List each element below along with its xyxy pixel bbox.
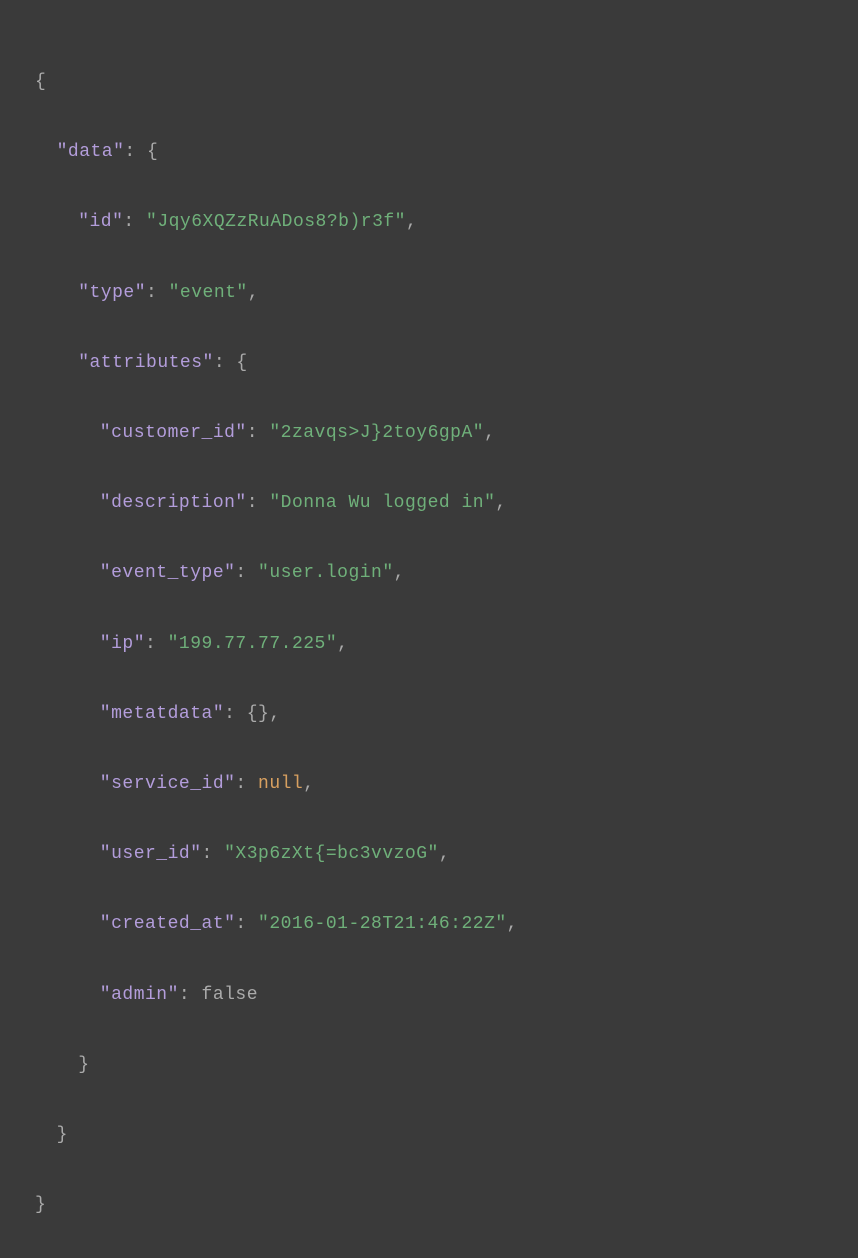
colon: : { xyxy=(124,142,158,162)
open-brace: { xyxy=(35,72,46,92)
code-line: "type": "event", xyxy=(35,276,858,311)
json-key-created-at: "created_at" xyxy=(100,914,236,934)
json-value-description: "Donna Wu logged in" xyxy=(269,493,495,513)
json-key-customer-id: "customer_id" xyxy=(100,423,247,443)
colon: : xyxy=(145,634,168,654)
comma: , xyxy=(439,844,450,864)
code-line: "metatdata": {}, xyxy=(35,697,858,732)
code-line: "created_at": "2016-01-28T21:46:22Z", xyxy=(35,907,858,942)
colon: : xyxy=(235,914,258,934)
colon: : xyxy=(179,985,202,1005)
colon: : xyxy=(123,212,146,232)
code-line: "id": "Jqy6XQZzRuADos8?b)r3f", xyxy=(35,205,858,240)
json-key-data: "data" xyxy=(57,142,125,162)
colon: : xyxy=(247,493,270,513)
json-value-admin: false xyxy=(202,985,259,1005)
json-value-service-id: null xyxy=(258,774,303,794)
comma: , xyxy=(269,704,280,724)
json-key-event-type: "event_type" xyxy=(100,563,236,583)
colon: : xyxy=(235,563,258,583)
close-brace: } xyxy=(78,1055,89,1075)
json-value-created-at: "2016-01-28T21:46:22Z" xyxy=(258,914,507,934)
close-brace: } xyxy=(35,1195,46,1215)
json-key-id: "id" xyxy=(78,212,123,232)
json-value-customer-id: "2zavqs>J}2toy6gpA" xyxy=(269,423,484,443)
json-key-ip: "ip" xyxy=(100,634,145,654)
code-line: "description": "Donna Wu logged in", xyxy=(35,486,858,521)
json-key-metatdata: "metatdata" xyxy=(100,704,224,724)
comma: , xyxy=(406,212,417,232)
colon: : xyxy=(235,774,258,794)
json-key-service-id: "service_id" xyxy=(100,774,236,794)
comma: , xyxy=(394,563,405,583)
json-value-user-id: "X3p6zXt{=bc3vvzoG" xyxy=(224,844,439,864)
code-line: } xyxy=(35,1118,858,1153)
code-line: "customer_id": "2zavqs>J}2toy6gpA", xyxy=(35,416,858,451)
code-line: "data": { xyxy=(35,135,858,170)
colon: : xyxy=(202,844,225,864)
colon: : { xyxy=(214,353,248,373)
json-value-event-type: "user.login" xyxy=(258,563,394,583)
json-key-description: "description" xyxy=(100,493,247,513)
colon: : xyxy=(247,423,270,443)
code-line: } xyxy=(35,1188,858,1223)
json-key-attributes: "attributes" xyxy=(78,353,214,373)
comma: , xyxy=(303,774,314,794)
json-key-admin: "admin" xyxy=(100,985,179,1005)
code-line: "admin": false xyxy=(35,978,858,1013)
json-code-block: { "data": { "id": "Jqy6XQZzRuADos8?b)r3f… xyxy=(35,30,858,1258)
code-line: "event_type": "user.login", xyxy=(35,556,858,591)
code-line: "attributes": { xyxy=(35,346,858,381)
code-line: "user_id": "X3p6zXt{=bc3vvzoG", xyxy=(35,837,858,872)
code-line: "service_id": null, xyxy=(35,767,858,802)
close-brace: } xyxy=(57,1125,68,1145)
json-value-id: "Jqy6XQZzRuADos8?b)r3f" xyxy=(146,212,406,232)
code-line: } xyxy=(35,1048,858,1083)
comma: , xyxy=(507,914,518,934)
code-line: { xyxy=(35,65,858,100)
comma: , xyxy=(495,493,506,513)
comma: , xyxy=(248,283,259,303)
colon: : xyxy=(224,704,247,724)
colon: : xyxy=(146,283,169,303)
comma: , xyxy=(484,423,495,443)
json-value-type: "event" xyxy=(169,283,248,303)
json-value-metatdata: {} xyxy=(247,704,270,724)
json-key-user-id: "user_id" xyxy=(100,844,202,864)
comma: , xyxy=(337,634,348,654)
json-value-ip: "199.77.77.225" xyxy=(168,634,338,654)
json-key-type: "type" xyxy=(78,283,146,303)
code-line: "ip": "199.77.77.225", xyxy=(35,627,858,662)
